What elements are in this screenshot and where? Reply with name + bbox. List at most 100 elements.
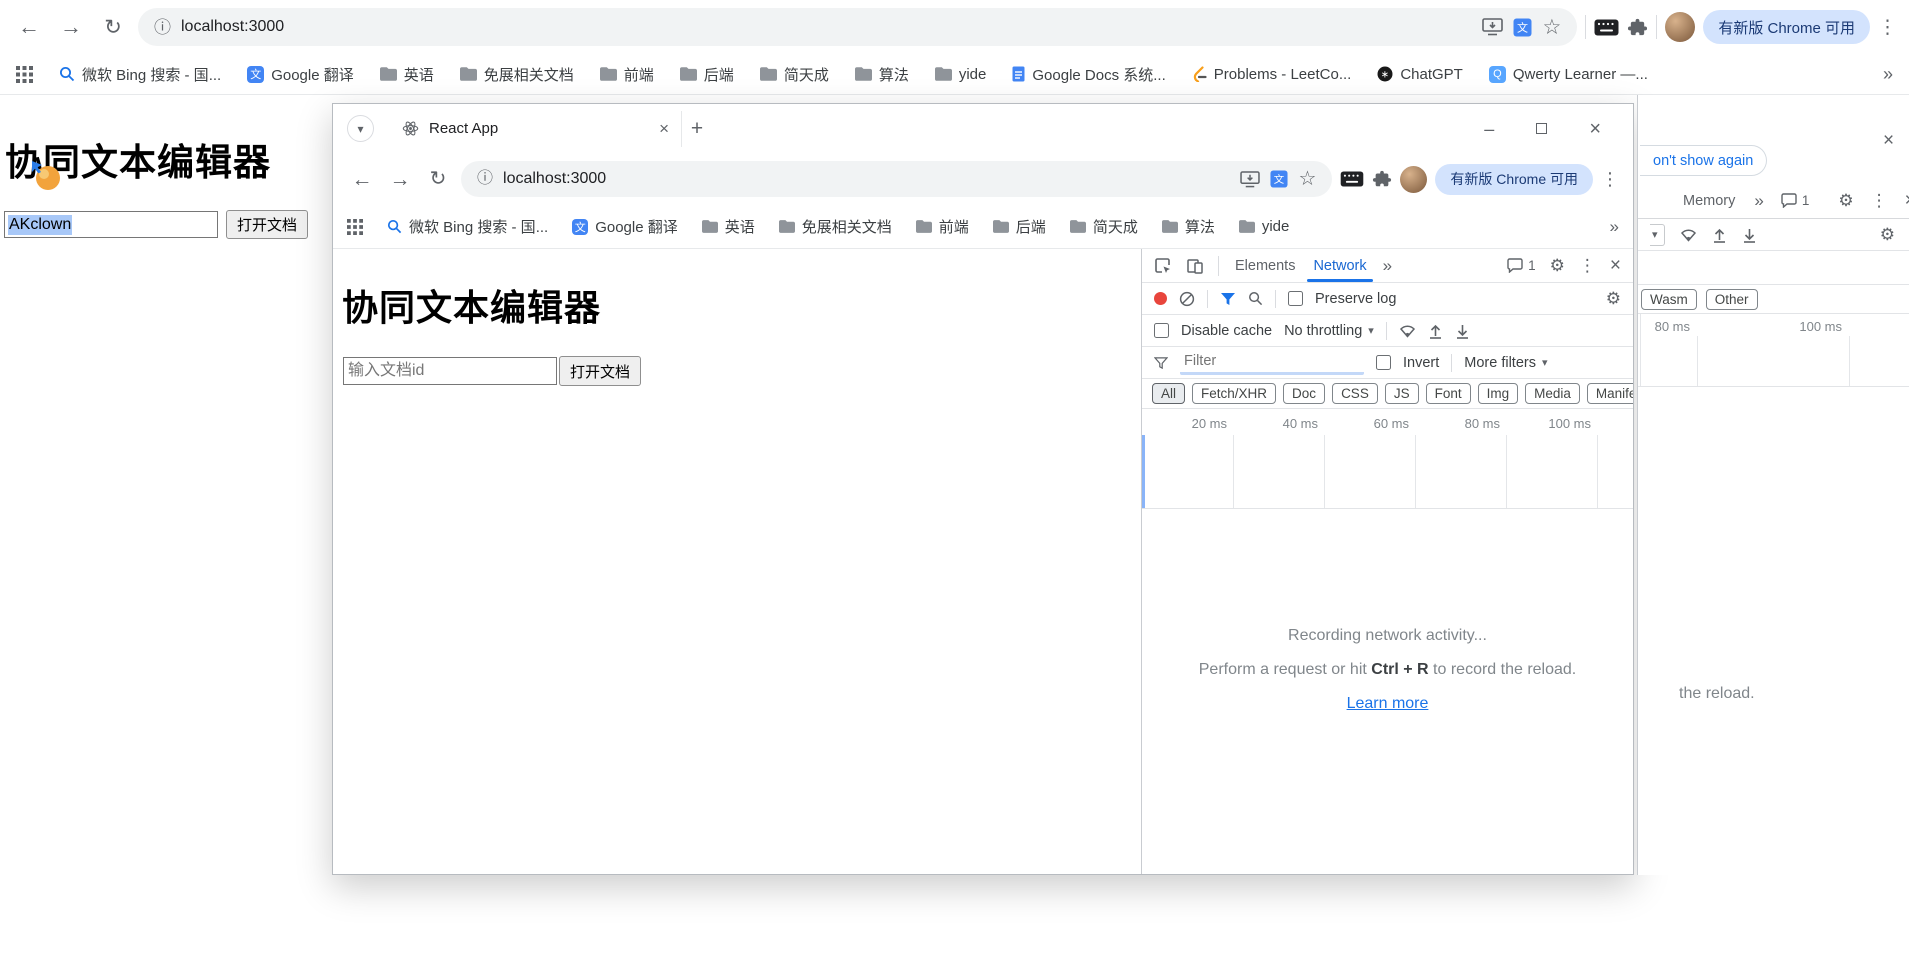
devtools-menu-icon[interactable]: ⋮ [1871,192,1888,209]
console-drawer-badge[interactable]: 1 [1781,193,1809,208]
bookmark-folder[interactable]: 免展相关文档 [459,64,574,85]
bookmark-folder[interactable]: 后端 [679,64,734,85]
reload-icon[interactable]: ↻ [423,164,453,194]
reload-icon[interactable]: ↻ [96,10,130,44]
infobar-close-icon[interactable]: × [1883,131,1894,150]
chip-media[interactable]: Media [1525,383,1580,404]
bookmark-star-icon[interactable]: ☆ [1298,169,1316,189]
apps-grid-icon[interactable] [347,218,363,235]
back-icon[interactable]: ← [12,10,46,44]
bookmark-item[interactable]: Problems - LeetCo... [1192,66,1351,83]
network-conditions-icon[interactable] [1680,228,1697,242]
tab-close-icon[interactable]: × [659,120,669,137]
address-bar[interactable]: ⓘ localhost:3000 文 ☆ [461,161,1333,197]
more-filters-dropdown[interactable]: More filters ▾ [1464,355,1547,371]
doc-id-input[interactable] [343,357,557,385]
export-har-icon[interactable] [1455,323,1470,339]
bookmarks-overflow-icon[interactable]: » [1883,65,1893,83]
devtools-menu-icon[interactable]: ⋮ [1579,257,1596,274]
chrome-update-button[interactable]: 有新版 Chrome 可用 [1435,163,1593,195]
devtools-close-icon[interactable]: × [1610,256,1621,275]
bookmark-folder[interactable]: 算法 [854,64,909,85]
chip-manifest[interactable]: Manifest [1586,383,1633,404]
throttling-select[interactable]: No throttling ▾ [1284,323,1374,339]
profile-avatar[interactable] [1665,12,1696,42]
bookmark-folder[interactable]: 前端 [915,216,969,237]
filter-toggle-icon[interactable] [1220,292,1236,306]
chip-all[interactable]: All [1152,383,1186,404]
bookmark-item[interactable]: 微软 Bing 搜索 - 国... [59,64,221,85]
chip-js[interactable]: JS [1384,383,1419,404]
bookmark-folder[interactable]: 算法 [1161,216,1215,237]
network-settings-icon[interactable]: ⚙ [1606,290,1621,307]
devtools-settings-icon[interactable]: ⚙ [1838,192,1853,209]
extensions-puzzle-icon[interactable] [1372,169,1392,189]
maximize-icon[interactable] [1536,123,1548,134]
tab-elements[interactable]: Elements [1233,258,1297,274]
disable-cache-checkbox[interactable] [1154,323,1169,338]
throttling-select-fragment[interactable]: ▾ [1650,223,1665,246]
chip-img[interactable]: Img [1477,383,1519,404]
bookmark-item[interactable]: 文 Google 翻译 [247,64,354,85]
bookmark-folder[interactable]: 英语 [379,64,434,85]
bookmark-folder[interactable]: 前端 [599,64,654,85]
dont-show-again-button[interactable]: on't show again [1640,145,1768,176]
bookmark-folder[interactable]: yide [1238,218,1289,235]
keyboard-icon[interactable] [1594,19,1619,36]
bookmark-folder[interactable]: 简天成 [1069,216,1138,237]
chip-css[interactable]: CSS [1332,383,1378,404]
bookmark-folder[interactable]: 英语 [701,216,755,237]
bookmark-item[interactable]: 微软 Bing 搜索 - 国... [387,216,548,237]
new-tab-icon[interactable]: + [682,114,712,144]
record-network-icon[interactable] [1154,292,1167,305]
window-close-icon[interactable]: × [1589,119,1601,139]
browser-menu-icon[interactable]: ⋮ [1878,18,1897,37]
network-conditions-icon[interactable] [1399,324,1416,338]
keyboard-icon[interactable] [1340,171,1364,187]
apps-grid-icon[interactable] [16,65,33,83]
forward-icon[interactable]: → [385,164,415,194]
bookmark-folder[interactable]: 免展相关文档 [778,216,892,237]
tab-memory[interactable]: Memory [1681,193,1737,209]
device-toolbar-icon[interactable] [1186,257,1204,275]
bookmark-item[interactable]: Q Qwerty Learner —... [1488,65,1648,83]
tab-search-icon[interactable]: ▾ [347,115,374,142]
open-doc-button[interactable]: 打开文档 [559,356,642,386]
bookmark-folder[interactable]: yide [934,66,986,83]
bookmark-folder[interactable]: 后端 [992,216,1046,237]
bookmark-item[interactable]: Google Docs 系统... [1012,64,1166,85]
chip-doc[interactable]: Doc [1283,383,1326,404]
bookmark-item[interactable]: 文 Google 翻译 [572,216,678,237]
import-har-icon[interactable] [1428,323,1443,339]
chrome-update-button[interactable]: 有新版 Chrome 可用 [1703,10,1870,44]
export-har-icon[interactable] [1742,227,1757,243]
page-info-icon[interactable]: ⓘ [154,19,171,36]
extensions-puzzle-icon[interactable] [1627,17,1648,38]
learn-more-link[interactable]: Learn more [1347,695,1429,712]
minimize-icon[interactable]: – [1484,120,1494,138]
search-network-icon[interactable] [1248,291,1263,306]
open-doc-button[interactable]: 打开文档 [226,210,309,239]
chip-fetch-xhr[interactable]: Fetch/XHR [1192,383,1277,404]
network-settings-icon[interactable]: ⚙ [1880,226,1895,243]
bookmark-item[interactable]: ∗ ChatGPT [1377,66,1463,83]
inspect-element-icon[interactable] [1154,257,1172,275]
more-tabs-icon[interactable]: » [1383,257,1392,274]
filter-input[interactable]: Filter [1180,351,1364,375]
bookmark-folder[interactable]: 简天成 [759,64,829,85]
invert-checkbox[interactable] [1376,355,1391,370]
devtools-close-icon[interactable]: × [1905,191,1909,210]
devtools-settings-icon[interactable]: ⚙ [1550,257,1565,274]
more-tabs-icon[interactable]: » [1754,192,1763,209]
bookmark-star-icon[interactable]: ☆ [1542,17,1561,38]
page-info-icon[interactable]: ⓘ [477,171,493,187]
chip-wasm[interactable]: Wasm [1641,288,1697,310]
translate-icon[interactable]: 文 [1270,170,1289,188]
network-overview-timeline[interactable]: 20 ms 40 ms 60 ms 80 ms 100 ms [1142,409,1633,509]
chip-font[interactable]: Font [1425,383,1471,404]
outer-network-timeline[interactable]: 80 ms 100 ms [1638,314,1909,387]
bookmarks-overflow-icon[interactable]: » [1610,218,1619,235]
browser-menu-icon[interactable]: ⋮ [1601,170,1619,188]
console-drawer-badge[interactable]: 1 [1507,258,1536,273]
clear-network-icon[interactable] [1179,291,1195,307]
